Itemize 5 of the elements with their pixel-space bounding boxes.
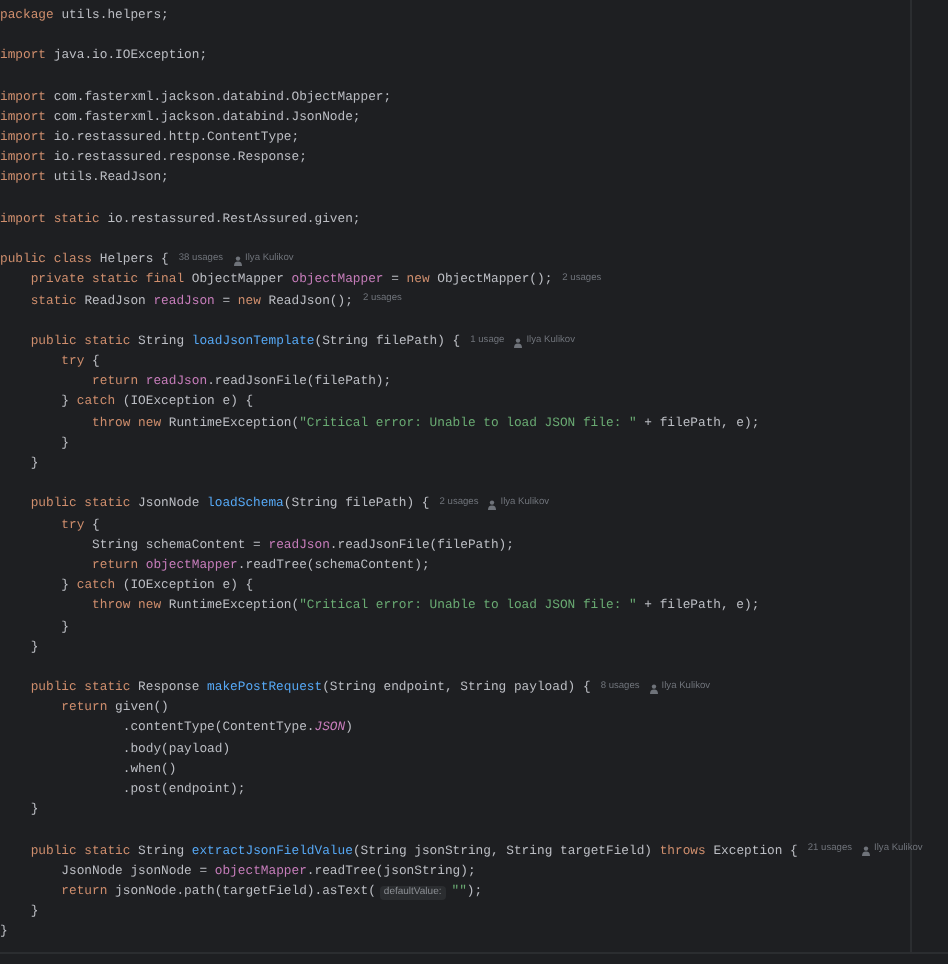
- person-icon: [649, 683, 658, 694]
- person-icon: [862, 846, 871, 857]
- person-icon: [514, 337, 523, 348]
- person-icon: [233, 255, 242, 266]
- person-icon: [488, 500, 497, 511]
